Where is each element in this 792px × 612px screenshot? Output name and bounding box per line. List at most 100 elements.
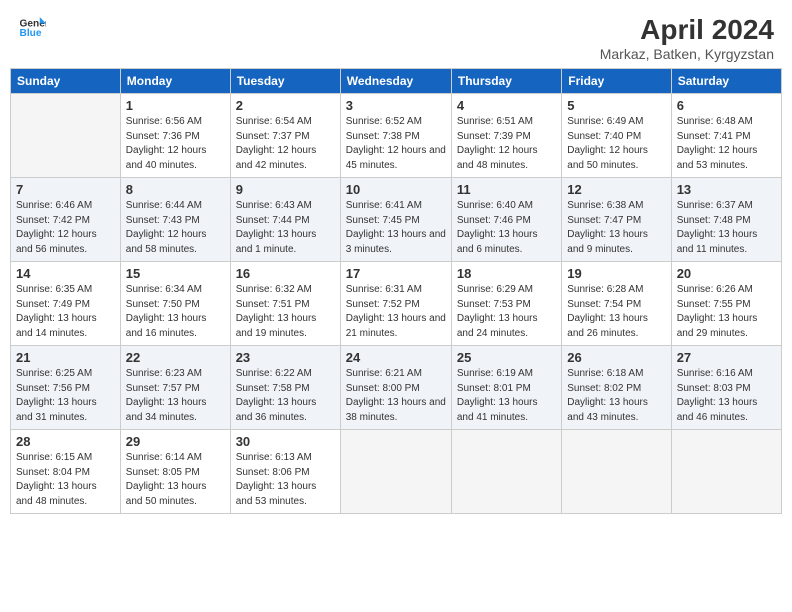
calendar-week-row: 14 Sunrise: 6:35 AMSunset: 7:49 PMDayligh… bbox=[11, 262, 782, 346]
calendar-day-cell: 30Sunrise: 6:13 AMSunset: 8:06 PMDayligh… bbox=[230, 430, 340, 514]
subtitle: Markaz, Batken, Kyrgyzstan bbox=[600, 46, 774, 62]
calendar-day-cell: 2 Sunrise: 6:54 AMSunset: 7:37 PMDaylight… bbox=[230, 94, 340, 178]
calendar-day-cell: 8 Sunrise: 6:44 AMSunset: 7:43 PMDaylight… bbox=[120, 178, 230, 262]
day-info: Sunrise: 6:29 AMSunset: 7:53 PMDaylight:… bbox=[457, 283, 556, 341]
day-info: Sunrise: 6:28 AMSunset: 7:54 PMDaylight:… bbox=[567, 283, 665, 341]
day-info: Sunrise: 6:19 AMSunset: 8:01 PMDaylight:… bbox=[457, 367, 556, 425]
page: General Blue April 2024 Markaz, Batken, … bbox=[0, 0, 792, 612]
calendar-day-cell: 12 Sunrise: 6:38 AMSunset: 7:47 PMDayligh… bbox=[562, 178, 671, 262]
day-number: 8 bbox=[126, 182, 225, 197]
day-info: Sunrise: 6:31 AMSunset: 7:52 PMDaylight:… bbox=[346, 283, 446, 341]
calendar-day-cell: 6 Sunrise: 6:48 AMSunset: 7:41 PMDaylight… bbox=[671, 94, 781, 178]
calendar-day-cell: 23 Sunrise: 6:22 AMSunset: 7:58 PMDayligh… bbox=[230, 346, 340, 430]
day-info: Sunrise: 6:48 AMSunset: 7:41 PMDaylight:… bbox=[677, 115, 776, 173]
day-info: Sunrise: 6:49 AMSunset: 7:40 PMDaylight:… bbox=[567, 115, 665, 173]
calendar-week-row: 1Sunrise: 6:56 AMSunset: 7:36 PMDaylight… bbox=[11, 94, 782, 178]
calendar-day-cell: 4 Sunrise: 6:51 AMSunset: 7:39 PMDaylight… bbox=[451, 94, 561, 178]
day-info: Sunrise: 6:15 AMSunset: 8:04 PMDaylight:… bbox=[16, 451, 115, 509]
day-number: 20 bbox=[677, 266, 776, 281]
calendar-day-cell: 18Sunrise: 6:29 AMSunset: 7:53 PMDayligh… bbox=[451, 262, 561, 346]
day-number: 2 bbox=[236, 98, 335, 113]
col-header-friday: Friday bbox=[562, 69, 671, 94]
day-info: Sunrise: 6:22 AMSunset: 7:58 PMDaylight:… bbox=[236, 367, 335, 425]
col-header-wednesday: Wednesday bbox=[340, 69, 451, 94]
day-number: 29 bbox=[126, 434, 225, 449]
day-number: 12 bbox=[567, 182, 665, 197]
day-number: 6 bbox=[677, 98, 776, 113]
day-number: 27 bbox=[677, 350, 776, 365]
day-number: 11 bbox=[457, 182, 556, 197]
day-info: Sunrise: 6:44 AMSunset: 7:43 PMDaylight:… bbox=[126, 199, 225, 257]
day-number: 23 bbox=[236, 350, 335, 365]
col-header-monday: Monday bbox=[120, 69, 230, 94]
calendar-day-cell: 17Sunrise: 6:31 AMSunset: 7:52 PMDayligh… bbox=[340, 262, 451, 346]
calendar-day-cell: 24Sunrise: 6:21 AMSunset: 8:00 PMDayligh… bbox=[340, 346, 451, 430]
calendar-day-cell: 22 Sunrise: 6:23 AMSunset: 7:57 PMDayligh… bbox=[120, 346, 230, 430]
day-number: 30 bbox=[236, 434, 335, 449]
calendar-day-cell: 15 Sunrise: 6:34 AMSunset: 7:50 PMDayligh… bbox=[120, 262, 230, 346]
calendar-day-cell: 5 Sunrise: 6:49 AMSunset: 7:40 PMDaylight… bbox=[562, 94, 671, 178]
day-number: 16 bbox=[236, 266, 335, 281]
col-header-saturday: Saturday bbox=[671, 69, 781, 94]
day-info: Sunrise: 6:14 AMSunset: 8:05 PMDaylight:… bbox=[126, 451, 225, 509]
calendar-table: SundayMondayTuesdayWednesdayThursdayFrid… bbox=[10, 68, 782, 514]
calendar-day-cell: 29 Sunrise: 6:14 AMSunset: 8:05 PMDayligh… bbox=[120, 430, 230, 514]
svg-text:Blue: Blue bbox=[20, 28, 42, 39]
calendar-day-cell: 25 Sunrise: 6:19 AMSunset: 8:01 PMDayligh… bbox=[451, 346, 561, 430]
day-info: Sunrise: 6:21 AMSunset: 8:00 PMDaylight:… bbox=[346, 367, 446, 425]
calendar-day-cell: 11 Sunrise: 6:40 AMSunset: 7:46 PMDayligh… bbox=[451, 178, 561, 262]
col-header-thursday: Thursday bbox=[451, 69, 561, 94]
day-info: Sunrise: 6:16 AMSunset: 8:03 PMDaylight:… bbox=[677, 367, 776, 425]
day-number: 5 bbox=[567, 98, 665, 113]
day-info: Sunrise: 6:34 AMSunset: 7:50 PMDaylight:… bbox=[126, 283, 225, 341]
calendar-wrap: SundayMondayTuesdayWednesdayThursdayFrid… bbox=[0, 68, 792, 524]
logo: General Blue bbox=[18, 14, 50, 42]
header: General Blue April 2024 Markaz, Batken, … bbox=[0, 0, 792, 68]
day-info: Sunrise: 6:52 AMSunset: 7:38 PMDaylight:… bbox=[346, 115, 446, 173]
calendar-day-cell: 26Sunrise: 6:18 AMSunset: 8:02 PMDayligh… bbox=[562, 346, 671, 430]
day-number: 22 bbox=[126, 350, 225, 365]
day-number: 10 bbox=[346, 182, 446, 197]
day-info: Sunrise: 6:38 AMSunset: 7:47 PMDaylight:… bbox=[567, 199, 665, 257]
calendar-day-cell: 16 Sunrise: 6:32 AMSunset: 7:51 PMDayligh… bbox=[230, 262, 340, 346]
calendar-day-cell bbox=[451, 430, 561, 514]
day-number: 14 bbox=[16, 266, 115, 281]
calendar-day-cell: 21 Sunrise: 6:25 AMSunset: 7:56 PMDayligh… bbox=[11, 346, 121, 430]
day-number: 25 bbox=[457, 350, 556, 365]
day-info: Sunrise: 6:54 AMSunset: 7:37 PMDaylight:… bbox=[236, 115, 335, 173]
day-info: Sunrise: 6:56 AMSunset: 7:36 PMDaylight:… bbox=[126, 115, 225, 173]
day-info: Sunrise: 6:46 AMSunset: 7:42 PMDaylight:… bbox=[16, 199, 115, 257]
calendar-week-row: 21 Sunrise: 6:25 AMSunset: 7:56 PMDayligh… bbox=[11, 346, 782, 430]
calendar-day-cell bbox=[562, 430, 671, 514]
calendar-day-cell: 7 Sunrise: 6:46 AMSunset: 7:42 PMDaylight… bbox=[11, 178, 121, 262]
calendar-day-cell: 10 Sunrise: 6:41 AMSunset: 7:45 PMDayligh… bbox=[340, 178, 451, 262]
day-info: Sunrise: 6:41 AMSunset: 7:45 PMDaylight:… bbox=[346, 199, 446, 257]
day-number: 19 bbox=[567, 266, 665, 281]
logo-icon: General Blue bbox=[18, 14, 46, 42]
day-info: Sunrise: 6:35 AMSunset: 7:49 PMDaylight:… bbox=[16, 283, 115, 341]
day-info: Sunrise: 6:25 AMSunset: 7:56 PMDaylight:… bbox=[16, 367, 115, 425]
calendar-day-cell: 3Sunrise: 6:52 AMSunset: 7:38 PMDaylight… bbox=[340, 94, 451, 178]
calendar-header-row: SundayMondayTuesdayWednesdayThursdayFrid… bbox=[11, 69, 782, 94]
calendar-day-cell: 28 Sunrise: 6:15 AMSunset: 8:04 PMDayligh… bbox=[11, 430, 121, 514]
day-info: Sunrise: 6:51 AMSunset: 7:39 PMDaylight:… bbox=[457, 115, 556, 173]
day-number: 4 bbox=[457, 98, 556, 113]
day-number: 21 bbox=[16, 350, 115, 365]
col-header-sunday: Sunday bbox=[11, 69, 121, 94]
calendar-week-row: 7 Sunrise: 6:46 AMSunset: 7:42 PMDaylight… bbox=[11, 178, 782, 262]
day-info: Sunrise: 6:26 AMSunset: 7:55 PMDaylight:… bbox=[677, 283, 776, 341]
day-info: Sunrise: 6:32 AMSunset: 7:51 PMDaylight:… bbox=[236, 283, 335, 341]
day-number: 15 bbox=[126, 266, 225, 281]
day-info: Sunrise: 6:40 AMSunset: 7:46 PMDaylight:… bbox=[457, 199, 556, 257]
day-number: 28 bbox=[16, 434, 115, 449]
calendar-day-cell: 13Sunrise: 6:37 AMSunset: 7:48 PMDayligh… bbox=[671, 178, 781, 262]
day-info: Sunrise: 6:18 AMSunset: 8:02 PMDaylight:… bbox=[567, 367, 665, 425]
calendar-day-cell: 14 Sunrise: 6:35 AMSunset: 7:49 PMDayligh… bbox=[11, 262, 121, 346]
day-info: Sunrise: 6:43 AMSunset: 7:44 PMDaylight:… bbox=[236, 199, 335, 257]
calendar-day-cell: 9Sunrise: 6:43 AMSunset: 7:44 PMDaylight… bbox=[230, 178, 340, 262]
calendar-day-cell bbox=[340, 430, 451, 514]
day-info: Sunrise: 6:23 AMSunset: 7:57 PMDaylight:… bbox=[126, 367, 225, 425]
day-number: 7 bbox=[16, 182, 115, 197]
calendar-day-cell bbox=[11, 94, 121, 178]
calendar-week-row: 28 Sunrise: 6:15 AMSunset: 8:04 PMDayligh… bbox=[11, 430, 782, 514]
